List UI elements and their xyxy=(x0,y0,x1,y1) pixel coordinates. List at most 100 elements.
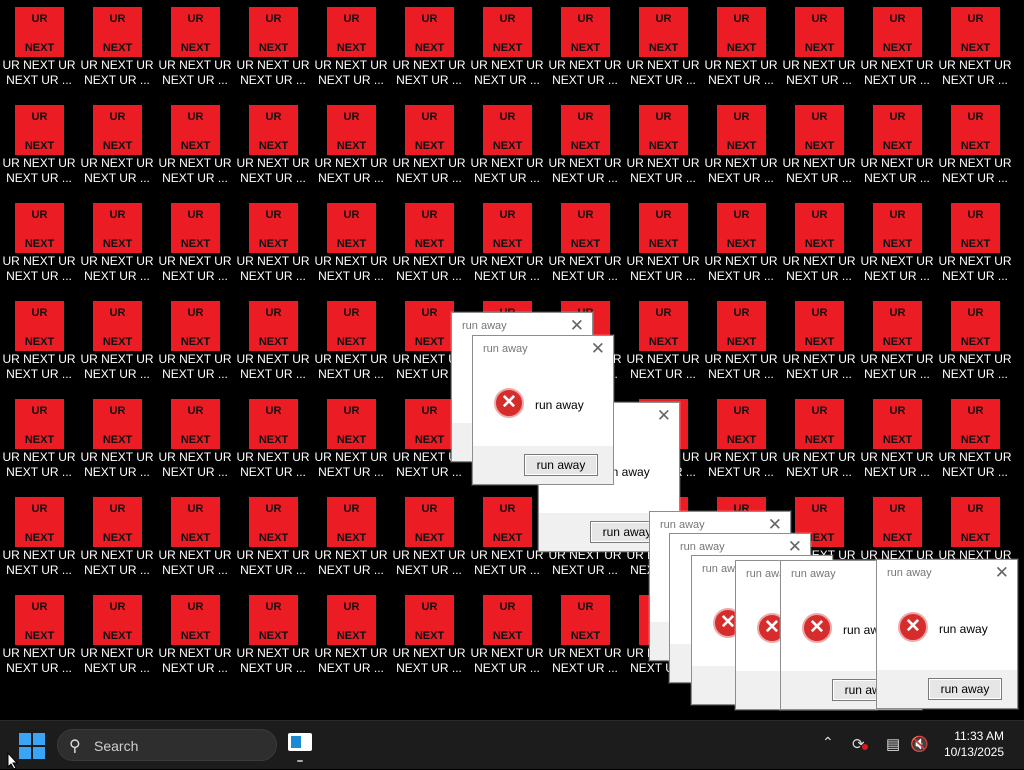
desktop-icon[interactable]: UR NEXT UR NEXT URNEXT UR ... xyxy=(79,1,155,97)
desktop-icon[interactable]: UR NEXT UR NEXT URNEXT UR ... xyxy=(79,393,155,489)
desktop-icon[interactable]: UR NEXT UR NEXT URNEXT UR ... xyxy=(235,1,311,97)
desktop-icon[interactable]: UR NEXT UR NEXT URNEXT UR ... xyxy=(79,295,155,391)
desktop-icon[interactable]: UR NEXT UR NEXT URNEXT UR ... xyxy=(937,1,1013,97)
icon-image-text-top: UR xyxy=(733,405,750,417)
desktop-icon[interactable]: UR NEXT UR NEXT URNEXT UR ... xyxy=(781,393,857,489)
desktop-icon[interactable]: UR NEXT UR NEXT URNEXT UR ... xyxy=(235,99,311,195)
desktop-icon[interactable]: UR NEXT UR NEXT URNEXT UR ... xyxy=(235,491,311,587)
desktop-icon[interactable]: UR NEXT UR NEXT URNEXT UR ... xyxy=(625,1,701,97)
dialog-titlebar[interactable]: run away ✕ xyxy=(473,336,613,364)
desktop-icon[interactable]: UR NEXT UR NEXT URNEXT UR ... xyxy=(157,491,233,587)
icon-label-line1: UR NEXT UR xyxy=(236,58,310,72)
desktop-icon[interactable]: UR NEXT UR NEXT URNEXT UR ... xyxy=(157,99,233,195)
sync-icon[interactable]: ⟳ xyxy=(852,735,868,753)
close-icon[interactable]: ✕ xyxy=(570,316,584,336)
desktop-icon[interactable]: UR NEXT UR NEXT URNEXT UR ... xyxy=(469,99,545,195)
desktop-icon[interactable]: UR NEXT UR NEXT URNEXT UR ... xyxy=(313,295,389,391)
desktop-icon[interactable]: UR NEXT UR NEXT URNEXT UR ... xyxy=(391,197,467,293)
search-box[interactable]: ⚲ Search xyxy=(57,729,277,761)
desktop-icon[interactable]: UR NEXT UR NEXT URNEXT UR ... xyxy=(469,1,545,97)
desktop-icon[interactable]: UR NEXT UR NEXT URNEXT UR ... xyxy=(703,1,779,97)
desktop-icon[interactable]: UR NEXT UR NEXT URNEXT UR ... xyxy=(859,1,935,97)
desktop-icon[interactable]: UR NEXT UR NEXT URNEXT UR ... xyxy=(391,491,467,587)
desktop-icon[interactable]: UR NEXT UR NEXT URNEXT UR ... xyxy=(547,589,623,685)
error-dialog[interactable]: run away ✕ ✕ run away run away xyxy=(876,559,1018,709)
network-icon[interactable]: ▤ xyxy=(886,735,900,753)
dialog-titlebar[interactable]: run away ✕ xyxy=(877,560,1017,588)
close-icon[interactable]: ✕ xyxy=(995,563,1009,583)
desktop-icon[interactable]: UR NEXT UR NEXT URNEXT UR ... xyxy=(703,295,779,391)
desktop-icon[interactable]: UR NEXT UR NEXT URNEXT UR ... xyxy=(781,197,857,293)
desktop-icon[interactable]: UR NEXT UR NEXT URNEXT UR ... xyxy=(547,197,623,293)
desktop-icon[interactable]: UR NEXT UR NEXT URNEXT UR ... xyxy=(391,99,467,195)
desktop-icon[interactable]: UR NEXT UR NEXT URNEXT UR ... xyxy=(313,491,389,587)
desktop-icon[interactable]: UR NEXT UR NEXT URNEXT UR ... xyxy=(859,295,935,391)
close-icon[interactable]: ✕ xyxy=(657,406,671,426)
close-icon[interactable]: ✕ xyxy=(788,537,802,557)
desktop-icon[interactable]: UR NEXT UR NEXT URNEXT UR ... xyxy=(937,197,1013,293)
chevron-up-icon[interactable]: ⌃ xyxy=(822,734,834,751)
desktop-icon[interactable]: UR NEXT UR NEXT URNEXT UR ... xyxy=(157,295,233,391)
desktop-icon[interactable]: UR NEXT UR NEXT URNEXT UR ... xyxy=(859,393,935,489)
icon-label-line1: UR NEXT UR xyxy=(158,156,232,170)
desktop-icon[interactable]: UR NEXT UR NEXT URNEXT UR ... xyxy=(1,589,77,685)
icon-image-text-bottom: NEXT xyxy=(648,238,679,250)
desktop-icon[interactable]: UR NEXT UR NEXT URNEXT UR ... xyxy=(469,491,545,587)
desktop-icon[interactable]: UR NEXT UR NEXT URNEXT UR ... xyxy=(391,589,467,685)
desktop-icon[interactable]: UR NEXT UR NEXT URNEXT UR ... xyxy=(625,295,701,391)
file-icon: UR NEXT xyxy=(93,497,142,547)
desktop-icon[interactable]: UR NEXT UR NEXT URNEXT UR ... xyxy=(313,99,389,195)
desktop-icon[interactable]: UR NEXT UR NEXT URNEXT UR ... xyxy=(781,295,857,391)
desktop-icon[interactable]: UR NEXT UR NEXT URNEXT UR ... xyxy=(235,589,311,685)
icon-image-text-bottom: NEXT xyxy=(882,336,913,348)
clock[interactable]: 11:33 AM 10/13/2025 xyxy=(944,728,1004,760)
desktop-icon[interactable]: UR NEXT UR NEXT URNEXT UR ... xyxy=(547,1,623,97)
desktop-icon[interactable]: UR NEXT UR NEXT URNEXT UR ... xyxy=(1,393,77,489)
volume-muted-icon[interactable]: 🔇 xyxy=(910,735,929,753)
desktop-icon[interactable]: UR NEXT UR NEXT URNEXT UR ... xyxy=(79,197,155,293)
desktop-icon[interactable]: UR NEXT UR NEXT URNEXT UR ... xyxy=(157,589,233,685)
desktop-icon[interactable]: UR NEXT UR NEXT URNEXT UR ... xyxy=(469,197,545,293)
desktop-icon[interactable]: UR NEXT UR NEXT URNEXT UR ... xyxy=(703,197,779,293)
desktop-icon[interactable]: UR NEXT UR NEXT URNEXT UR ... xyxy=(781,1,857,97)
icon-image-text-top: UR xyxy=(343,503,360,515)
desktop-icon[interactable]: UR NEXT UR NEXT URNEXT UR ... xyxy=(313,393,389,489)
start-icon[interactable] xyxy=(19,733,45,759)
desktop-icon[interactable]: UR NEXT UR NEXT URNEXT UR ... xyxy=(313,197,389,293)
desktop-icon[interactable]: UR NEXT UR NEXT URNEXT UR ... xyxy=(625,99,701,195)
desktop-icon[interactable]: UR NEXT UR NEXT URNEXT UR ... xyxy=(1,197,77,293)
desktop-icon[interactable]: UR NEXT UR NEXT URNEXT UR ... xyxy=(703,99,779,195)
desktop-icon[interactable]: UR NEXT UR NEXT URNEXT UR ... xyxy=(157,1,233,97)
run-away-button[interactable]: run away xyxy=(524,454,598,476)
desktop-icon[interactable]: UR NEXT UR NEXT URNEXT UR ... xyxy=(313,1,389,97)
desktop-icon[interactable]: UR NEXT UR NEXT URNEXT UR ... xyxy=(469,589,545,685)
desktop-icon[interactable]: UR NEXT UR NEXT URNEXT UR ... xyxy=(235,393,311,489)
desktop-icon[interactable]: UR NEXT UR NEXT URNEXT UR ... xyxy=(313,589,389,685)
close-icon[interactable]: ✕ xyxy=(591,339,605,359)
desktop-icon[interactable]: UR NEXT UR NEXT URNEXT UR ... xyxy=(79,99,155,195)
desktop-icon[interactable]: UR NEXT UR NEXT URNEXT UR ... xyxy=(79,589,155,685)
desktop-icon[interactable]: UR NEXT UR NEXT URNEXT UR ... xyxy=(937,295,1013,391)
desktop-icon[interactable]: UR NEXT UR NEXT URNEXT UR ... xyxy=(859,197,935,293)
desktop-icon[interactable]: UR NEXT UR NEXT URNEXT UR ... xyxy=(1,1,77,97)
desktop-icon[interactable]: UR NEXT UR NEXT URNEXT UR ... xyxy=(157,197,233,293)
error-dialog[interactable]: run away ✕ ✕ run away run away xyxy=(472,335,614,485)
desktop-icon[interactable]: UR NEXT UR NEXT URNEXT UR ... xyxy=(703,393,779,489)
desktop-icon[interactable]: UR NEXT UR NEXT URNEXT UR ... xyxy=(781,99,857,195)
desktop-icon[interactable]: UR NEXT UR NEXT URNEXT UR ... xyxy=(391,1,467,97)
desktop-icon[interactable]: UR NEXT UR NEXT URNEXT UR ... xyxy=(937,99,1013,195)
desktop-icon[interactable]: UR NEXT UR NEXT URNEXT UR ... xyxy=(235,197,311,293)
desktop-icon[interactable]: UR NEXT UR NEXT URNEXT UR ... xyxy=(1,295,77,391)
desktop-icon[interactable]: UR NEXT UR NEXT URNEXT UR ... xyxy=(1,491,77,587)
close-icon[interactable]: ✕ xyxy=(768,515,782,535)
run-away-button[interactable]: run away xyxy=(928,678,1002,700)
desktop-icon[interactable]: UR NEXT UR NEXT URNEXT UR ... xyxy=(625,197,701,293)
desktop-icon[interactable]: UR NEXT UR NEXT URNEXT UR ... xyxy=(937,393,1013,489)
app-window-icon[interactable] xyxy=(288,733,312,762)
desktop-icon[interactable]: UR NEXT UR NEXT URNEXT UR ... xyxy=(859,99,935,195)
desktop-icon[interactable]: UR NEXT UR NEXT URNEXT UR ... xyxy=(1,99,77,195)
desktop-icon[interactable]: UR NEXT UR NEXT URNEXT UR ... xyxy=(547,99,623,195)
desktop-icon[interactable]: UR NEXT UR NEXT URNEXT UR ... xyxy=(235,295,311,391)
desktop-icon[interactable]: UR NEXT UR NEXT URNEXT UR ... xyxy=(79,491,155,587)
desktop-icon[interactable]: UR NEXT UR NEXT URNEXT UR ... xyxy=(157,393,233,489)
